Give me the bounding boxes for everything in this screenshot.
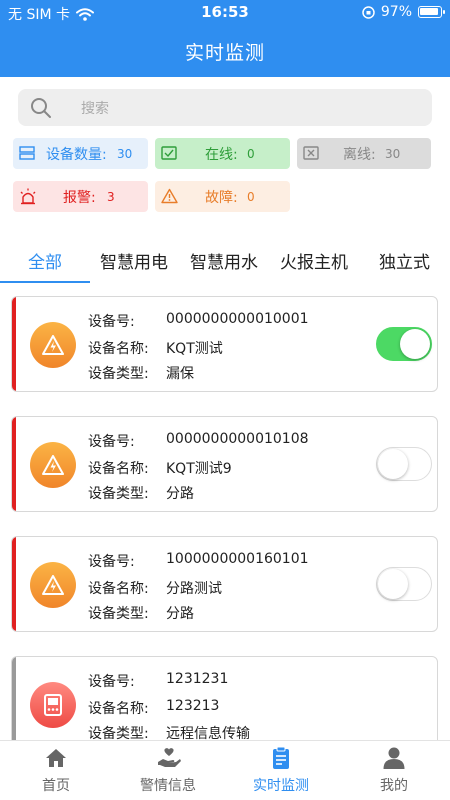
device-card[interactable]: 设备号: 0000000000010001 设备名称: KQT测试 设备类型: 漏保	[11, 296, 438, 392]
switch-knob	[378, 569, 408, 599]
stat-offline[interactable]: 离线: 30	[297, 138, 431, 169]
online-label: 在线:	[205, 147, 238, 163]
online-value: 0	[247, 147, 255, 161]
device-id: 1231231	[166, 671, 229, 687]
user-icon	[383, 747, 405, 769]
switch-knob	[378, 449, 408, 479]
fault-warning-icon	[161, 188, 178, 204]
hand-heart-icon	[158, 748, 181, 767]
tab-standalone[interactable]: 独立式	[379, 248, 430, 273]
home-icon	[46, 749, 66, 767]
electric-device-icon	[30, 562, 76, 608]
device-id: 0000000000010001	[166, 311, 309, 327]
device-switch[interactable]	[376, 327, 432, 361]
device-id: 1000000000160101	[166, 551, 309, 567]
status-bar-stripe	[12, 297, 16, 391]
tab-all[interactable]: 全部	[28, 248, 62, 273]
nav-alarm-info[interactable]: 警情信息	[112, 741, 224, 800]
page-title: 实时监测	[184, 42, 265, 64]
search-icon	[31, 98, 51, 118]
device-id-label: 设备号:	[88, 674, 135, 690]
device-name: KQT测试	[166, 341, 223, 357]
device-card[interactable]: 设备号: 0000000000010108 设备名称: KQT测试9 设备类型: 分路	[11, 416, 438, 512]
fault-value: 0	[247, 190, 255, 204]
orientation-lock-icon	[362, 5, 375, 19]
device-name-label: 设备名称:	[88, 341, 149, 357]
device-id: 0000000000010108	[166, 431, 309, 447]
offline-x-icon	[303, 146, 319, 160]
device-type-label: 设备类型:	[88, 366, 149, 382]
device-switch[interactable]	[376, 567, 432, 601]
nav-alarm-label: 警情信息	[140, 778, 196, 794]
device-name-label: 设备名称:	[88, 461, 149, 477]
stat-device-count[interactable]: 设备数量: 30	[13, 138, 148, 169]
status-bar-stripe	[12, 537, 16, 631]
electric-device-icon	[30, 442, 76, 488]
stat-online[interactable]: 在线: 0	[155, 138, 290, 169]
device-id-label: 设备号:	[88, 434, 135, 450]
nav-mine[interactable]: 我的	[338, 741, 450, 800]
device-card[interactable]: 设备号: 1000000000160101 设备名称: 分路测试 设备类型: 分路	[11, 536, 438, 632]
device-count-label: 设备数量:	[46, 147, 107, 163]
device-list-icon	[19, 146, 35, 160]
device-type-label: 设备类型:	[88, 606, 149, 622]
fault-label: 故障:	[205, 190, 238, 206]
search-input[interactable]: 搜索	[18, 89, 432, 126]
nav-home-label: 首页	[42, 778, 70, 794]
nav-monitor-label: 实时监测	[253, 778, 309, 794]
status-bar-stripe	[12, 417, 16, 511]
device-name-label: 设备名称:	[88, 581, 149, 597]
device-type-label: 设备类型:	[88, 486, 149, 502]
device-card[interactable]: 设备号: 1231231 设备名称: 123213 设备类型: 远程信息传输	[11, 656, 438, 752]
battery-icon	[418, 6, 445, 18]
device-type: 漏保	[166, 366, 194, 382]
active-tab-indicator	[0, 281, 90, 283]
transmission-device-icon	[30, 682, 76, 728]
device-type: 分路	[166, 486, 194, 502]
nav-realtime-monitor[interactable]: 实时监测	[225, 741, 337, 800]
online-check-icon	[161, 146, 177, 160]
device-count-value: 30	[117, 147, 133, 161]
stat-fault[interactable]: 故障: 0	[155, 181, 290, 212]
battery-percent: 97%	[380, 4, 412, 20]
offline-label: 离线:	[343, 147, 376, 163]
alarm-value: 3	[107, 190, 115, 204]
alarm-siren-icon	[20, 188, 36, 205]
alarm-label: 报警:	[63, 190, 96, 206]
tab-smart-electricity[interactable]: 智慧用电	[100, 248, 168, 273]
stat-alarm[interactable]: 报警: 3	[13, 181, 148, 212]
status-bar: 无 SIM 卡 16:53 97%	[0, 0, 450, 24]
device-id-label: 设备号:	[88, 554, 135, 570]
device-name: 分路测试	[166, 581, 222, 597]
bottom-nav: 首页 警情信息 实时监测 我的	[0, 740, 450, 800]
search-placeholder: 搜索	[81, 101, 109, 117]
device-name-label: 设备名称:	[88, 701, 149, 717]
category-tabs: 全部 智慧用电 智慧用水 火报主机 独立式	[0, 240, 450, 284]
electric-device-icon	[30, 322, 76, 368]
nav-mine-label: 我的	[380, 778, 408, 794]
device-switch[interactable]	[376, 447, 432, 481]
tab-fire-alarm-host[interactable]: 火报主机	[280, 248, 348, 273]
offline-value: 30	[385, 147, 401, 161]
app-header: 无 SIM 卡 16:53 97% 实时监测	[0, 0, 450, 77]
switch-knob	[400, 329, 430, 359]
device-name: 123213	[166, 698, 220, 714]
clipboard-icon	[273, 746, 289, 769]
tab-smart-water[interactable]: 智慧用水	[190, 248, 258, 273]
device-id-label: 设备号:	[88, 314, 135, 330]
device-name: KQT测试9	[166, 461, 232, 477]
status-bar-stripe	[12, 657, 16, 751]
nav-home[interactable]: 首页	[0, 741, 112, 800]
device-type: 分路	[166, 606, 194, 622]
